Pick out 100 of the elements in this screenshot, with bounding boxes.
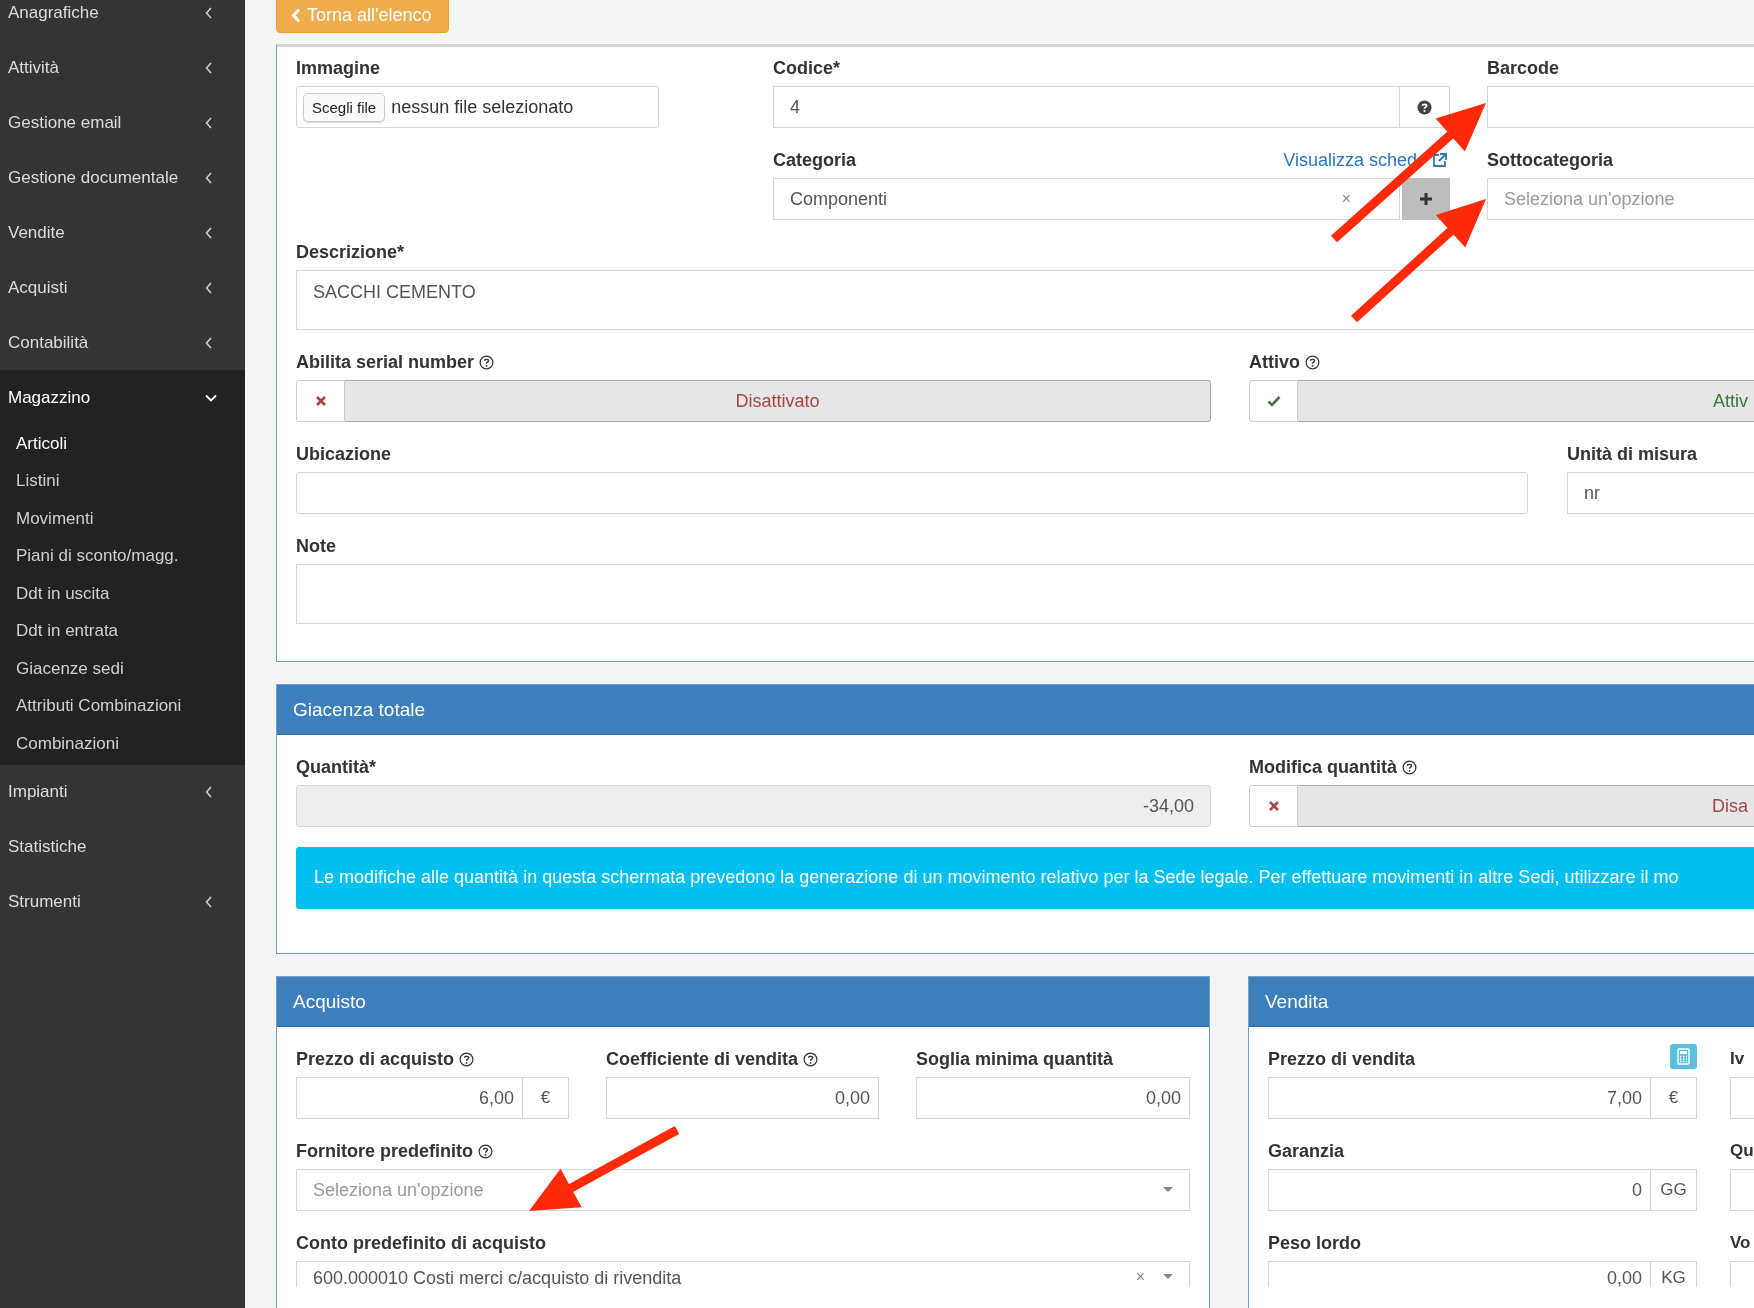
field-label: Sottocategoria: [1487, 149, 1614, 171]
input-field[interactable]: [1730, 1169, 1754, 1211]
chevron-left-icon: [205, 116, 213, 129]
menu-item[interactable]: Gestione documentale: [0, 150, 245, 205]
currency-addon: €: [523, 1077, 569, 1119]
menu-item[interactable]: Strumenti: [0, 874, 245, 930]
cross-icon: [1267, 800, 1280, 812]
submenu-item[interactable]: Giacenze sedi: [0, 650, 245, 688]
chevron-left-icon: [205, 281, 213, 294]
help-icon[interactable]: [478, 1143, 493, 1159]
select-field[interactable]: 600.000010 Costi merci c/acquisto di rivendita ×: [296, 1261, 1190, 1287]
toggle-switch[interactable]: Disa: [1298, 785, 1754, 827]
textarea-field[interactable]: [296, 564, 1754, 624]
input-field[interactable]: [296, 472, 1528, 514]
menu-item[interactable]: Attività: [0, 40, 245, 95]
menu-item[interactable]: Gestione email: [0, 95, 245, 150]
clear-button[interactable]: ×: [1341, 190, 1351, 208]
cross-icon: [314, 395, 327, 407]
menu-item[interactable]: Vendite: [0, 205, 245, 260]
input-field[interactable]: nr: [1567, 472, 1754, 514]
file-input[interactable]: Scegli file nessun file selezionato: [296, 86, 659, 128]
input-field[interactable]: [1487, 86, 1754, 128]
unit-addon: KG: [1651, 1261, 1697, 1287]
choose-file-button[interactable]: Scegli file: [303, 92, 386, 122]
field-label: Qu: [1730, 1141, 1754, 1161]
field-label: Unità di misura: [1567, 443, 1698, 465]
menu-item[interactable]: Magazzino: [0, 370, 245, 425]
toggle-switch[interactable]: Disattivato: [345, 380, 1211, 422]
menu-item[interactable]: Anagrafiche: [0, 0, 245, 40]
caret-icon: [1163, 1187, 1173, 1193]
input-field[interactable]: 0,00: [1268, 1261, 1651, 1287]
menu-item[interactable]: Statistiche: [0, 819, 245, 875]
submenu-item[interactable]: Listini: [0, 462, 245, 500]
help-icon[interactable]: [479, 354, 495, 370]
external-link-icon[interactable]: [1431, 151, 1448, 169]
field-label: Coefficiente di vendita: [606, 1048, 799, 1070]
submenu-item[interactable]: Articoli: [0, 425, 245, 463]
field-label: Note: [296, 535, 336, 557]
submenu-item[interactable]: Ddt in entrata: [0, 612, 245, 650]
help-icon[interactable]: [1402, 759, 1417, 775]
chevron-left-icon: [205, 896, 213, 908]
add-button[interactable]: [1402, 178, 1450, 220]
input-field[interactable]: 0: [1268, 1169, 1651, 1211]
panel-header: Giacenza totale: [277, 685, 1754, 735]
chevron-left-icon: [205, 61, 213, 74]
field-label: Iv: [1730, 1049, 1745, 1069]
currency-addon: €: [1651, 1077, 1697, 1119]
submenu-item[interactable]: Ddt in uscita: [0, 575, 245, 613]
caret-icon: [1163, 1274, 1173, 1280]
field-label: Categoria: [773, 149, 857, 171]
field-label: Fornitore predefinito: [296, 1140, 473, 1162]
chevron-left-icon: [205, 226, 213, 239]
help-icon[interactable]: [803, 1051, 819, 1067]
field-label: Conto predefinito di acquisto: [296, 1232, 546, 1254]
field-label: Soglia minima quantità: [916, 1048, 1114, 1070]
field-label: Codice*: [773, 57, 841, 79]
clear-button[interactable]: ×: [1135, 1268, 1145, 1286]
field-label: Ubicazione: [296, 443, 392, 465]
field-label: Modifica quantità: [1249, 756, 1397, 778]
help-icon[interactable]: [459, 1051, 475, 1067]
chevron-left-icon: [205, 171, 213, 184]
select-field[interactable]: Componenti ×: [773, 178, 1400, 220]
input-field[interactable]: 6,00: [296, 1077, 523, 1119]
input-field[interactable]: 7,00: [1268, 1077, 1651, 1119]
textarea-field[interactable]: SACCHI CEMENTO: [296, 270, 1754, 330]
plus-icon: [1419, 192, 1433, 206]
chevron-left-icon: [291, 8, 301, 23]
submenu-item[interactable]: Piani di sconto/magg.: [0, 537, 245, 575]
input-field[interactable]: 4: [773, 86, 1400, 128]
input-field[interactable]: [1730, 1077, 1754, 1119]
submenu-item[interactable]: Movimenti: [0, 500, 245, 538]
input-field[interactable]: 0,00: [916, 1077, 1190, 1119]
submenu-item[interactable]: Attributi Combinazioni: [0, 687, 245, 725]
input-field[interactable]: 0,00: [606, 1077, 879, 1119]
field-label: Abilita serial number: [296, 351, 475, 373]
field-label: Peso lordo: [1268, 1232, 1361, 1254]
chevron-left-icon: [205, 786, 213, 798]
field-label: Vo: [1730, 1233, 1751, 1253]
file-status: nessun file selezionato: [391, 96, 574, 118]
panel-header: Vendita: [1249, 977, 1754, 1027]
help-icon: [1417, 99, 1432, 115]
menu-item[interactable]: Impianti: [0, 764, 245, 820]
toggle-switch[interactable]: Attiv: [1298, 380, 1754, 422]
field-label: Prezzo di vendita: [1268, 1048, 1416, 1070]
field-label: Attivo: [1249, 351, 1300, 373]
panel-header: Acquisto: [277, 977, 1209, 1027]
info-message: Le modifiche alle quantità in questa schermata prevedono la generazione di un movimento relativo per la Sede legale. Per effettuare movimenti in altre Sedi, utilizzare il mo: [296, 847, 1754, 909]
field-label: Immagine: [296, 57, 381, 79]
menu-item[interactable]: Contabilità: [0, 315, 245, 370]
chevron-left-icon: [205, 336, 213, 349]
check-icon: [1266, 395, 1281, 407]
input-field[interactable]: [1730, 1261, 1754, 1287]
menu-item[interactable]: Acquisti: [0, 260, 245, 315]
field-label: Barcode: [1487, 57, 1560, 79]
field-label: Quantità*: [296, 756, 376, 778]
input-field: -34,00: [296, 785, 1211, 827]
submenu-item[interactable]: Combinazioni: [0, 725, 245, 763]
chevron-down-icon: [205, 393, 217, 402]
field-label: Garanzia: [1268, 1140, 1345, 1162]
help-icon[interactable]: [1305, 354, 1320, 370]
